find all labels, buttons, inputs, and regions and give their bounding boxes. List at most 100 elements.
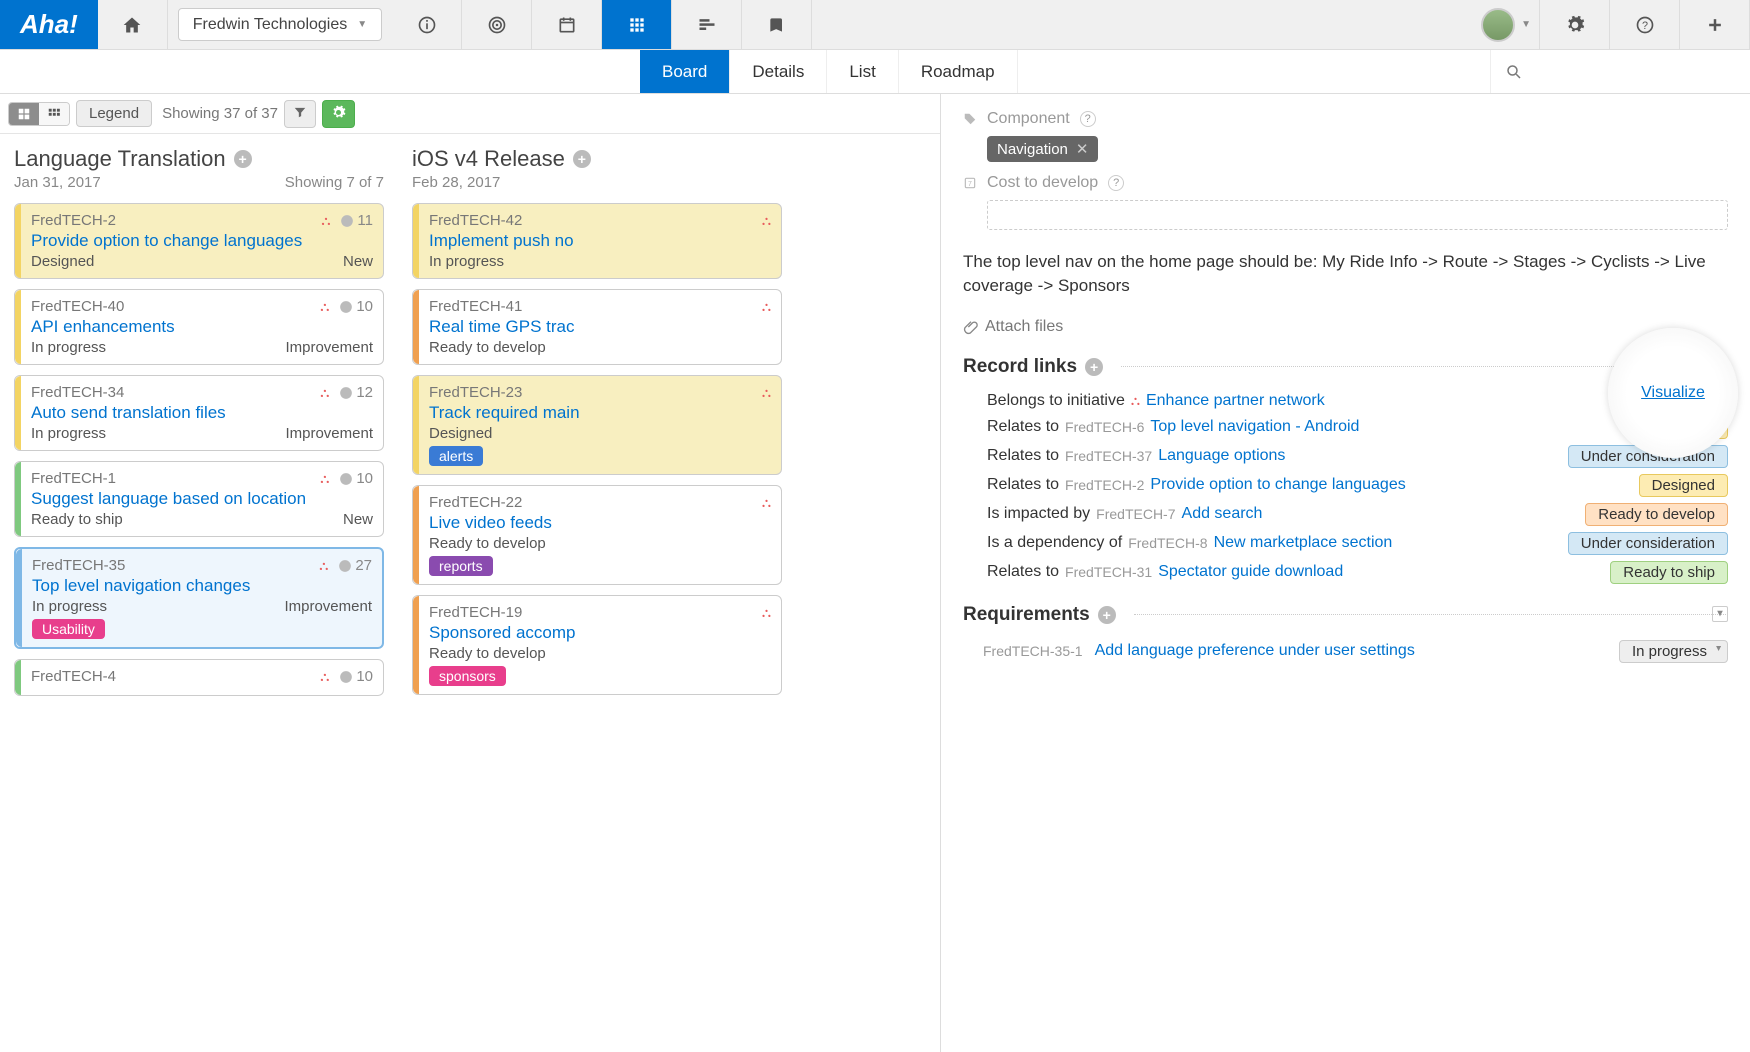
- card-tag: sponsors: [429, 666, 506, 686]
- card[interactable]: FredTECH-40 ⛬ 10 API enhancements In pro…: [14, 289, 384, 365]
- link-ref: FredTECH-37: [1065, 448, 1152, 464]
- home-button[interactable]: [98, 0, 168, 49]
- card-status: In progress: [429, 253, 504, 270]
- add-card-button[interactable]: +: [234, 150, 252, 168]
- card[interactable]: FredTECH-4 ⛬ 10: [14, 659, 384, 696]
- legend-button[interactable]: Legend: [76, 100, 152, 127]
- gantt-button[interactable]: [672, 0, 742, 49]
- hierarchy-icon: ⛬: [1131, 393, 1140, 409]
- card-ref: FredTECH-41: [429, 298, 522, 315]
- link-name[interactable]: Spectator guide download: [1158, 563, 1343, 581]
- card-count: 10: [339, 668, 373, 685]
- user-menu[interactable]: [1473, 0, 1540, 49]
- column-showing: Showing 7 of 7: [285, 174, 384, 191]
- requirement-row: FredTECH-35-1 Add language preference un…: [983, 640, 1728, 663]
- card-title[interactable]: Top level navigation changes: [32, 576, 372, 596]
- cost-label: Cost to develop: [987, 174, 1098, 192]
- view-large-cards[interactable]: [9, 103, 39, 125]
- workspace-select[interactable]: Fredwin Technologies: [178, 8, 382, 41]
- book-button[interactable]: [742, 0, 812, 49]
- settings-green-button[interactable]: [322, 100, 355, 128]
- collapse-button[interactable]: ▾: [1712, 606, 1728, 622]
- board-column: Language Translation + Jan 31, 2017 Show…: [14, 146, 384, 706]
- card-status: In progress: [31, 425, 106, 442]
- card-title[interactable]: Live video feeds: [429, 513, 771, 533]
- card-title[interactable]: Implement push no: [429, 231, 771, 251]
- link-name[interactable]: Provide option to change languages: [1150, 476, 1405, 494]
- card[interactable]: FredTECH-22 ⛬ Live video feeds Ready to …: [412, 485, 782, 585]
- card-count: 12: [339, 384, 373, 401]
- add-requirement-button[interactable]: +: [1098, 606, 1116, 624]
- filter-button[interactable]: [284, 100, 316, 128]
- requirement-status-select[interactable]: In progress: [1619, 640, 1728, 663]
- card-title[interactable]: Suggest language based on location: [31, 489, 373, 509]
- link-name[interactable]: Top level navigation - Android: [1150, 418, 1359, 436]
- link-name[interactable]: Enhance partner network: [1146, 392, 1325, 410]
- hierarchy-icon: ⛬: [320, 385, 329, 401]
- card-type: New: [343, 253, 373, 270]
- view-small-cards[interactable]: [39, 103, 69, 125]
- card-title[interactable]: API enhancements: [31, 317, 373, 337]
- help-icon[interactable]: ?: [1108, 175, 1124, 191]
- link-ref: FredTECH-6: [1065, 419, 1144, 435]
- info-icon: [417, 15, 437, 35]
- tab-roadmap[interactable]: Roadmap: [899, 50, 1018, 93]
- card[interactable]: FredTECH-2 ⛬ 11 Provide option to change…: [14, 203, 384, 279]
- card[interactable]: FredTECH-1 ⛬ 10 Suggest language based o…: [14, 461, 384, 537]
- card-title[interactable]: Sponsored accomp: [429, 623, 771, 643]
- search-box[interactable]: [1490, 50, 1750, 93]
- calendar-button[interactable]: [532, 0, 602, 49]
- top-nav: Aha! Fredwin Technologies ?: [0, 0, 1750, 50]
- add-link-button[interactable]: +: [1085, 358, 1103, 376]
- card[interactable]: FredTECH-35 ⛬ 27 Top level navigation ch…: [14, 547, 384, 649]
- calendar-icon: [557, 15, 577, 35]
- status-badge: Designed: [1639, 474, 1728, 497]
- card[interactable]: FredTECH-41 ⛬ Real time GPS trac Ready t…: [412, 289, 782, 365]
- add-button[interactable]: [1680, 0, 1750, 49]
- card-ref: FredTECH-42: [429, 212, 522, 229]
- attach-files[interactable]: Attach files: [963, 318, 1728, 336]
- view-toggle: [8, 102, 70, 126]
- help-icon[interactable]: ?: [1080, 111, 1096, 127]
- card-title[interactable]: Real time GPS trac: [429, 317, 771, 337]
- add-card-button[interactable]: +: [573, 150, 591, 168]
- card[interactable]: FredTECH-34 ⛬ 12 Auto send translation f…: [14, 375, 384, 451]
- card-status: Designed: [31, 253, 94, 270]
- svg-text:?: ?: [1641, 20, 1647, 32]
- component-chip[interactable]: Navigation ✕: [987, 136, 1098, 162]
- visualize-button[interactable]: Visualize: [1608, 328, 1738, 458]
- card-status: Designed: [429, 425, 492, 442]
- card-status: Ready to ship: [31, 511, 123, 528]
- logo[interactable]: Aha!: [0, 0, 98, 49]
- target-button[interactable]: [462, 0, 532, 49]
- chip-remove-icon[interactable]: ✕: [1076, 140, 1089, 158]
- settings-button[interactable]: [1540, 0, 1610, 49]
- card-title[interactable]: Provide option to change languages: [31, 231, 373, 251]
- hierarchy-icon: ⛬: [762, 213, 771, 229]
- link-name[interactable]: Add search: [1182, 505, 1263, 523]
- link-relation: Relates to: [987, 476, 1059, 494]
- card-title[interactable]: Track required main: [429, 403, 771, 423]
- status-badge: Ready to develop: [1585, 503, 1728, 526]
- grid-button[interactable]: [602, 0, 672, 49]
- avatar: [1481, 8, 1515, 42]
- requirement-name[interactable]: Add language preference under user setti…: [1095, 642, 1415, 660]
- info-button[interactable]: [392, 0, 462, 49]
- help-button[interactable]: ?: [1610, 0, 1680, 49]
- paperclip-icon: [963, 319, 979, 335]
- link-name[interactable]: Language options: [1158, 447, 1285, 465]
- record-link-row: Relates to FredTECH-37 Language options …: [987, 445, 1728, 468]
- tab-list[interactable]: List: [827, 50, 898, 93]
- cost-input[interactable]: [987, 200, 1728, 230]
- card-status: In progress: [32, 598, 107, 615]
- link-relation: Is a dependency of: [987, 534, 1122, 552]
- card-title[interactable]: Auto send translation files: [31, 403, 373, 423]
- card[interactable]: FredTECH-23 ⛬ Track required main Design…: [412, 375, 782, 475]
- card[interactable]: FredTECH-19 ⛬ Sponsored accomp Ready to …: [412, 595, 782, 695]
- component-field: Component ?: [963, 110, 1728, 128]
- tab-board[interactable]: Board: [640, 50, 730, 93]
- card[interactable]: FredTECH-42 ⛬ Implement push no In progr…: [412, 203, 782, 279]
- tab-details[interactable]: Details: [730, 50, 827, 93]
- link-name[interactable]: New marketplace section: [1214, 534, 1393, 552]
- hierarchy-icon: ⛬: [762, 299, 771, 315]
